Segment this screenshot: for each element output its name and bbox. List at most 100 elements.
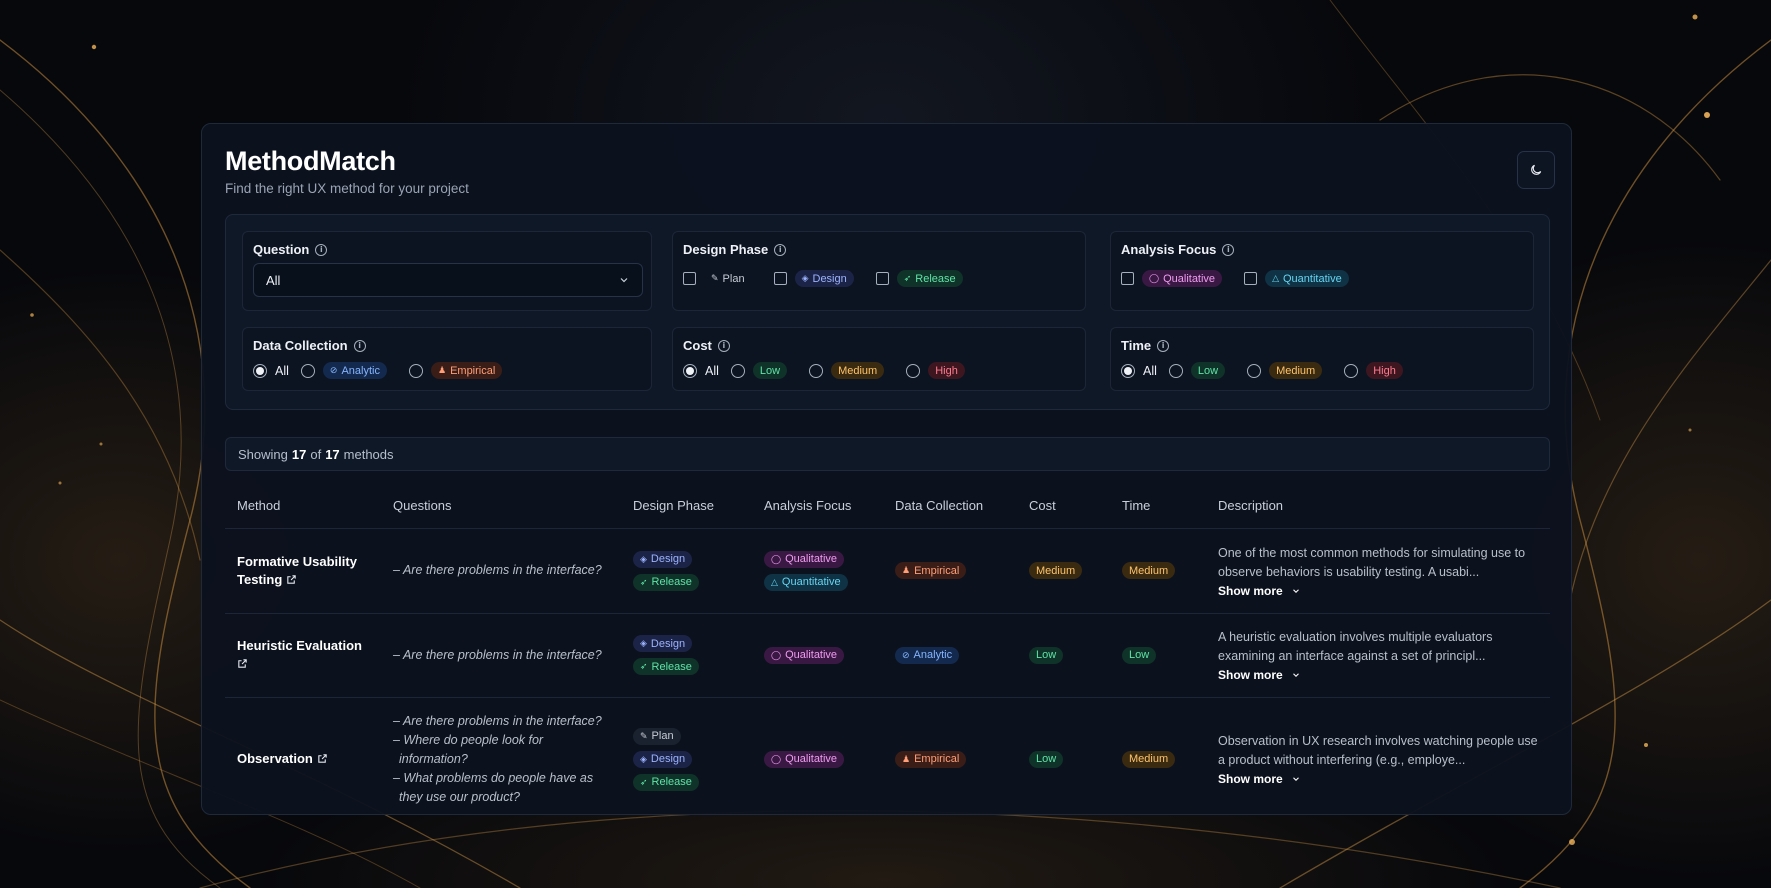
users-icon: ♟: [902, 565, 911, 575]
filter-analysis-focus: Analysis Focus i ◯ Qualitative △ Quantitati…: [1110, 231, 1534, 311]
rocket-icon: ➶: [640, 576, 648, 587]
quantitative-tag: △ Quantitative: [1265, 270, 1349, 287]
show-more-button[interactable]: Show more: [1218, 772, 1538, 786]
plan-tag: ✎ Plan: [711, 272, 745, 285]
results-count: Showing 17 of 17 methods: [225, 437, 1550, 471]
question-text: – What problems do people have as they u…: [393, 770, 594, 804]
cost-low-radio[interactable]: [730, 363, 745, 378]
pencil-icon: ✎: [711, 273, 719, 283]
rocket-icon: ➶: [903, 273, 912, 283]
shown-count: 17: [291, 446, 307, 462]
external-link-icon[interactable]: [286, 574, 297, 585]
design-tag: ◈ Design: [633, 550, 693, 568]
cost-high-radio[interactable]: [906, 363, 921, 378]
time-medium-radio[interactable]: [1247, 363, 1262, 378]
chat-bubble-icon: ◯: [771, 753, 782, 764]
time-tag: Low: [1122, 646, 1157, 664]
info-icon[interactable]: i: [315, 243, 328, 256]
filter-time-label: Time: [1121, 338, 1152, 353]
time-medium-tag: Medium: [1269, 362, 1323, 379]
col-design-phase[interactable]: Design Phase: [621, 484, 752, 529]
info-icon[interactable]: i: [774, 243, 787, 256]
release-tag: ➶ Release: [633, 573, 699, 591]
cost-all-radio[interactable]: [683, 363, 697, 378]
chevron-down-icon: [1292, 673, 1299, 678]
chevron-down-icon: [620, 278, 628, 283]
data-collection-all-label: All: [275, 363, 289, 378]
time-high-radio[interactable]: [1344, 363, 1359, 378]
info-icon[interactable]: i: [1157, 339, 1170, 352]
col-time[interactable]: Time: [1110, 484, 1206, 529]
release-checkbox[interactable]: [875, 272, 889, 285]
time-all-label: All: [1143, 363, 1157, 378]
palette-icon: ◈: [801, 273, 809, 283]
question-text: – Are there problems in the interface?: [393, 713, 602, 728]
design-checkbox[interactable]: [773, 272, 787, 285]
method-name-link[interactable]: Formative Usability Testing: [237, 553, 369, 589]
release-tag: ➶ Release: [633, 773, 699, 791]
cost-tag: Medium: [1029, 562, 1083, 579]
qualitative-checkbox[interactable]: [1121, 272, 1134, 285]
qualitative-tag: ◯ Qualitative: [764, 550, 845, 568]
description-text: Observation in UX research involves watc…: [1218, 734, 1538, 767]
triangle-icon: △: [771, 576, 778, 587]
cost-tag: Low: [1029, 750, 1064, 768]
question-text: – Are there problems in the interface?: [393, 563, 602, 577]
external-link-icon[interactable]: [237, 658, 248, 669]
filter-question-label: Question: [253, 242, 310, 257]
time-low-radio[interactable]: [1168, 363, 1183, 378]
table-row: Heuristic Evaluation – Are there problem…: [225, 613, 1550, 698]
method-name-link[interactable]: Heuristic Evaluation: [237, 637, 369, 673]
col-cost[interactable]: Cost: [1017, 484, 1110, 529]
data-collection-empirical-radio[interactable]: [408, 363, 423, 378]
data-collection-all-radio[interactable]: [253, 363, 267, 378]
users-icon: ♟: [437, 365, 447, 375]
filter-cost: Cost i All Low Medium High: [672, 327, 1086, 391]
chat-bubble-icon: ◯: [771, 553, 782, 564]
design-tag: ◈ Design: [633, 635, 693, 652]
palette-icon: ◈: [640, 638, 647, 648]
col-data-collection[interactable]: Data Collection: [883, 484, 1017, 529]
theme-toggle-button[interactable]: [1517, 151, 1555, 189]
analytic-tag: ⊘ Analytic: [322, 362, 387, 379]
col-analysis-focus[interactable]: Analysis Focus: [752, 484, 883, 529]
release-tag: ➶ Release: [633, 658, 699, 675]
plan-checkbox[interactable]: [683, 272, 696, 285]
cost-low-tag: Low: [752, 362, 788, 379]
info-icon[interactable]: i: [1222, 243, 1235, 256]
question-text: – Where do people look for information?: [393, 732, 544, 766]
filter-time: Time i All Low Medium High: [1110, 327, 1534, 391]
plan-tag: ✎ Plan: [633, 727, 681, 745]
data-collection-analytic-radio[interactable]: [300, 363, 315, 378]
col-description[interactable]: Description: [1206, 484, 1550, 529]
quantitative-checkbox[interactable]: [1244, 272, 1258, 285]
col-method[interactable]: Method: [225, 484, 381, 529]
empirical-tag: ♟ Empirical: [895, 750, 967, 768]
info-icon[interactable]: i: [353, 339, 366, 352]
question-select[interactable]: All: [253, 263, 643, 297]
time-all-radio[interactable]: [1121, 363, 1135, 378]
pencil-icon: ✎: [640, 730, 648, 741]
users-icon: ♟: [902, 753, 911, 764]
cost-tag: Low: [1029, 646, 1064, 664]
external-link-icon[interactable]: [317, 753, 328, 764]
cost-high-tag: High: [928, 362, 965, 379]
col-questions[interactable]: Questions: [381, 484, 621, 529]
empirical-tag: ♟ Empirical: [895, 562, 967, 579]
show-more-button[interactable]: Show more: [1218, 668, 1538, 682]
filters-panel: Question i All Design Phase i ✎ Plan ◈ Desig…: [225, 214, 1550, 410]
filter-data-collection: Data Collection i All ⊘ Analytic ♟ Empirica…: [242, 327, 652, 391]
question-text: – Are there problems in the interface?: [393, 647, 602, 662]
cost-medium-radio[interactable]: [809, 363, 824, 378]
show-more-button[interactable]: Show more: [1218, 584, 1538, 598]
filter-cost-label: Cost: [683, 338, 712, 353]
analytic-tag: ⊘ Analytic: [895, 646, 960, 664]
filter-question: Question i All: [242, 231, 652, 311]
info-icon[interactable]: i: [717, 339, 730, 352]
table-row: Observation – Are there problems in the …: [225, 697, 1550, 814]
filter-design-phase: Design Phase i ✎ Plan ◈ Design ➶ Release: [672, 231, 1086, 311]
quantitative-tag: △ Quantitative: [764, 573, 848, 591]
method-name-link[interactable]: Observation: [237, 750, 369, 768]
time-tag: Medium: [1122, 562, 1176, 579]
chevron-down-icon: [1292, 777, 1299, 782]
